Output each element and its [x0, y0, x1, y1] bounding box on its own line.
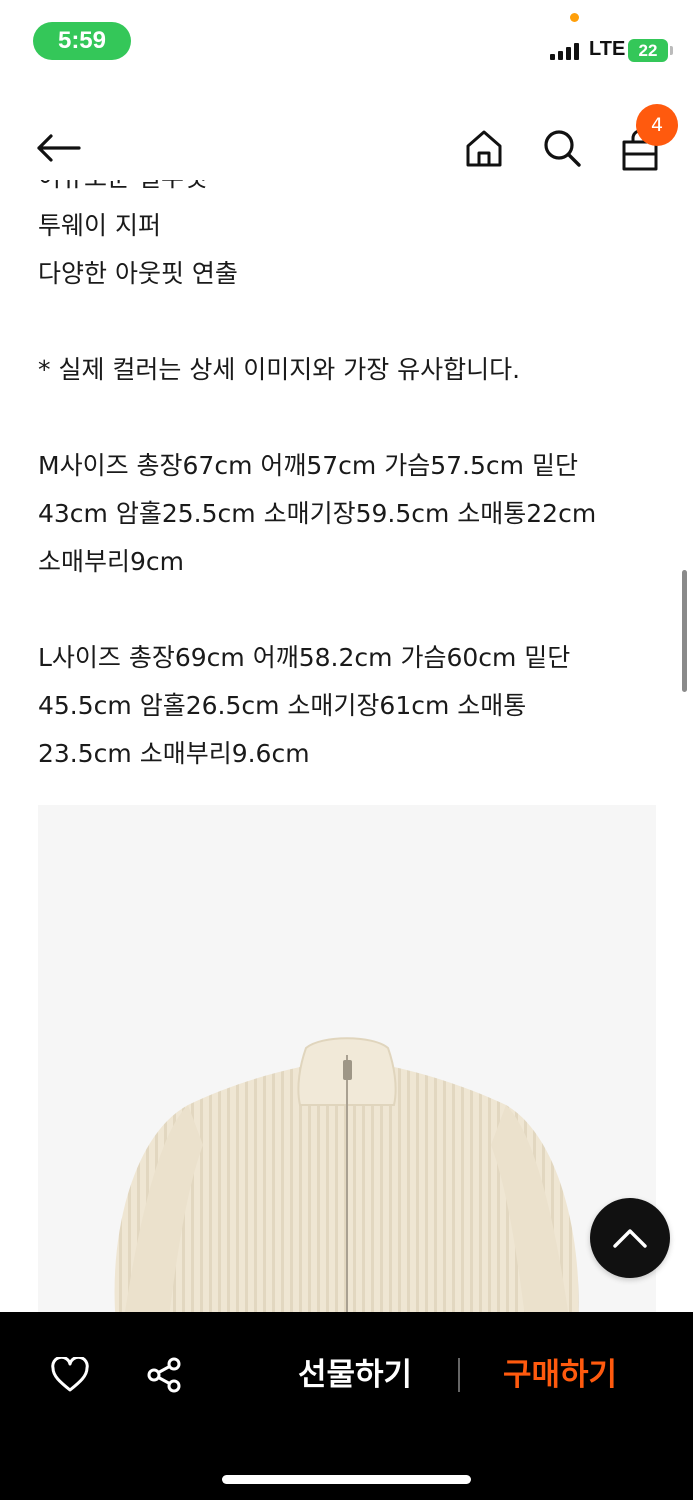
color-note: * 실제 컬러는 상세 이미지와 가장 유사합니다. [38, 355, 521, 384]
size-l-line: L사이즈 총장69cm 어깨58.2cm 가슴60cm 밑단 [38, 643, 571, 672]
battery-nub [670, 46, 673, 55]
cart-count-badge: 4 [636, 104, 678, 146]
bottom-action-bar [0, 1312, 693, 1500]
button-divider [458, 1358, 460, 1392]
signal-strength-icon [550, 42, 580, 60]
description-line: 투웨이 지퍼 [38, 211, 161, 240]
size-m-line: 소매부리9cm [38, 547, 185, 576]
back-button[interactable] [30, 120, 86, 176]
home-indicator [222, 1475, 471, 1484]
description-line: 다양한 아웃핏 연출 [38, 259, 238, 288]
chevron-up-icon [613, 1229, 647, 1248]
status-bar: 5:59 LTE 22 [0, 0, 693, 80]
size-m-line: M사이즈 총장67cm 어깨57cm 가슴57.5cm 밑단 [38, 451, 578, 480]
like-button[interactable] [40, 1345, 100, 1405]
product-image [38, 805, 656, 1365]
arrow-left-icon [37, 134, 81, 162]
battery-icon: 22 [628, 39, 668, 62]
home-icon [466, 130, 502, 167]
share-icon [147, 1357, 181, 1393]
status-time: 5:59 [33, 22, 131, 60]
scroll-indicator [682, 570, 687, 692]
search-icon [544, 130, 581, 167]
share-button[interactable] [134, 1345, 194, 1405]
size-l-line: 23.5cm 소매부리9.6cm [38, 739, 310, 768]
product-description: 어유노운 실루엣 투웨이 지퍼 다양한 아웃핏 연출 * 실제 컬러는 상세 이… [38, 180, 658, 810]
home-button[interactable] [456, 120, 512, 176]
scroll-to-top-button[interactable] [590, 1198, 670, 1278]
description-line: 어유노운 실루엣 [38, 180, 658, 202]
buy-button[interactable]: 구매하기 [480, 1345, 640, 1405]
gift-button[interactable]: 선물하기 [270, 1345, 440, 1405]
heart-icon [51, 1357, 89, 1392]
network-type: LTE [589, 38, 626, 60]
search-button[interactable] [534, 120, 590, 176]
knit-zip-cardigan-image [114, 1037, 579, 1365]
size-l-line: 45.5cm 암홀26.5cm 소매기장61cm 소매통 [38, 691, 527, 720]
privacy-indicator-dot [570, 13, 579, 22]
size-m-line: 43cm 암홀25.5cm 소매기장59.5cm 소매통22cm [38, 499, 597, 528]
